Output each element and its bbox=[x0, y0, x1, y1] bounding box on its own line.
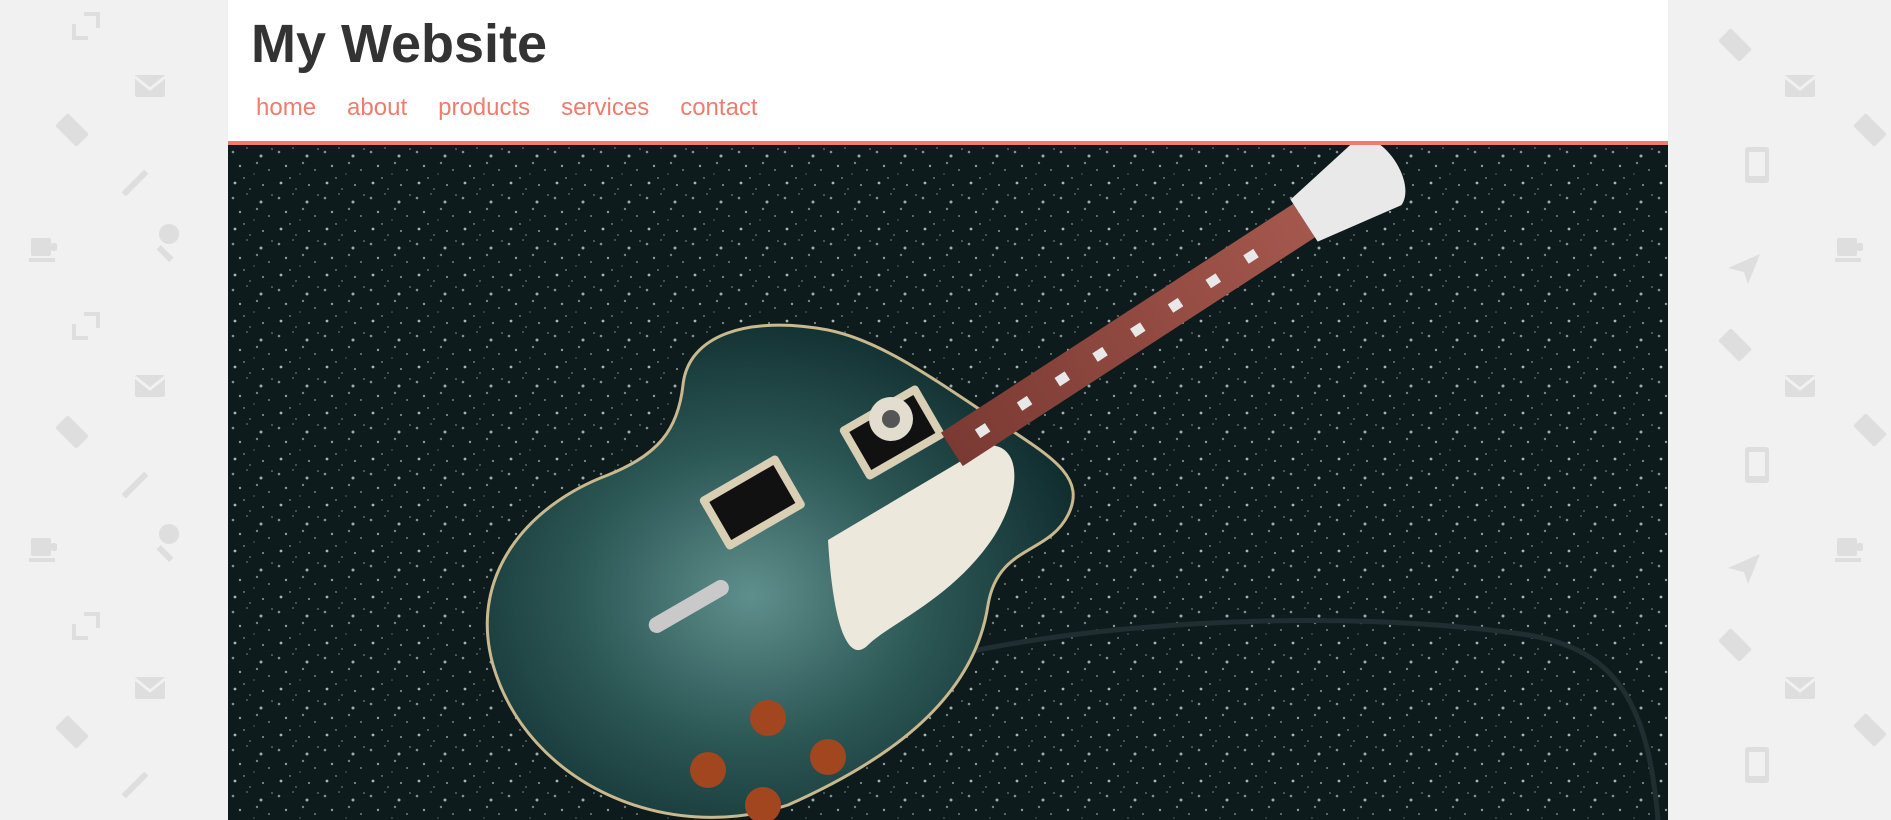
wrench-icon bbox=[156, 224, 179, 263]
tag-icon bbox=[1853, 113, 1887, 147]
nav-link-about[interactable]: about bbox=[347, 94, 407, 121]
pencil-icon bbox=[121, 471, 149, 499]
tag-icon bbox=[55, 715, 89, 749]
tablet-icon bbox=[1745, 447, 1769, 483]
mail-icon bbox=[133, 73, 167, 99]
nav-link-contact[interactable]: contact bbox=[680, 94, 757, 121]
pencil-icon bbox=[121, 169, 149, 197]
expand-icon bbox=[72, 312, 100, 340]
coffee-cup-icon bbox=[29, 538, 57, 562]
tag-icon bbox=[55, 415, 89, 449]
mail-icon bbox=[133, 675, 167, 701]
page-container: My Website home about products services … bbox=[228, 0, 1668, 820]
send-icon bbox=[1728, 254, 1760, 284]
mail-icon bbox=[1783, 73, 1817, 99]
wrench-icon bbox=[156, 524, 179, 563]
tag-icon bbox=[55, 113, 89, 147]
tag-icon bbox=[1718, 328, 1752, 362]
site-title: My Website bbox=[251, 14, 548, 74]
pattern-left-column bbox=[29, 12, 179, 799]
coffee-cup-icon bbox=[1835, 238, 1863, 262]
expand-icon bbox=[72, 12, 100, 40]
tag-icon bbox=[1853, 713, 1887, 747]
hero-image bbox=[228, 145, 1668, 820]
coffee-cup-icon bbox=[29, 238, 57, 262]
guitar-illustration bbox=[228, 145, 1668, 820]
main-nav: home about products services contact bbox=[256, 92, 758, 124]
mail-icon bbox=[133, 373, 167, 399]
nav-item-services: services bbox=[561, 92, 649, 124]
send-icon bbox=[1728, 554, 1760, 584]
tag-icon bbox=[1853, 413, 1887, 447]
nav-link-home[interactable]: home bbox=[256, 94, 316, 121]
nav-item-about: about bbox=[347, 92, 407, 124]
coffee-cup-icon bbox=[1835, 538, 1863, 562]
mail-icon bbox=[1783, 373, 1817, 399]
tag-icon bbox=[1718, 628, 1752, 662]
nav-link-services[interactable]: services bbox=[561, 94, 649, 121]
tag-icon bbox=[1718, 28, 1752, 62]
nav-link-products[interactable]: products bbox=[438, 94, 530, 121]
nav-item-products: products bbox=[438, 92, 530, 124]
expand-icon bbox=[72, 612, 100, 640]
tablet-icon bbox=[1745, 147, 1769, 183]
pencil-icon bbox=[121, 771, 149, 799]
mail-icon bbox=[1783, 675, 1817, 701]
nav-item-home: home bbox=[256, 92, 316, 124]
pattern-right-column bbox=[1718, 28, 1887, 783]
tablet-icon bbox=[1745, 747, 1769, 783]
nav-item-contact: contact bbox=[680, 92, 757, 124]
